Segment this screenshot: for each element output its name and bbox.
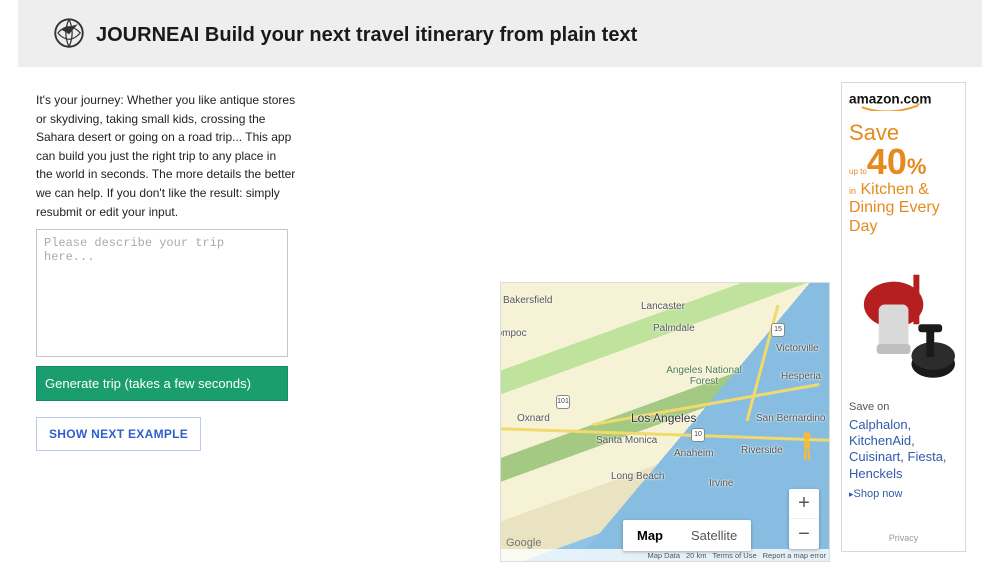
- map-label-oxnard: Oxnard: [517, 413, 550, 424]
- ad-text-block: Save on Calphalon, KitchenAid, Cuisinart…: [849, 401, 958, 482]
- map-label-irvine: Irvine: [709, 478, 733, 489]
- ad-percent-suffix: %: [907, 154, 927, 179]
- map-label-victorville: Victorville: [776, 343, 819, 354]
- map-label-hesperia: Hesperia: [781, 371, 821, 382]
- route-shield-us101: 101: [556, 395, 570, 409]
- map-label-anaheim: Anaheim: [674, 448, 713, 459]
- map-label-santa-monica: Santa Monica: [596, 435, 657, 446]
- map-label-lompoc: Lompoc: [500, 328, 527, 339]
- map-label-lancaster: Lancaster: [641, 301, 685, 312]
- terms-link[interactable]: Terms of Use: [712, 551, 756, 560]
- page-title: JOURNEAI Build your next travel itinerar…: [96, 24, 637, 47]
- map-label-bakersfield: Bakersfield: [503, 295, 552, 306]
- map-data-link[interactable]: Map Data: [647, 551, 680, 560]
- ad-upto: up to: [849, 167, 867, 176]
- ad-percent: 40: [867, 141, 907, 182]
- ad-image: [849, 242, 958, 397]
- generate-trip-button[interactable]: Generate trip (takes a few seconds): [36, 366, 288, 401]
- pegman-icon[interactable]: [795, 431, 819, 461]
- route-shield-i10: 10: [691, 428, 705, 442]
- logo-icon: [54, 18, 84, 53]
- map-scale: 20 km: [686, 551, 706, 560]
- ad-logo: amazon.com: [849, 91, 958, 114]
- route-shield-i15: 15: [771, 323, 785, 337]
- ad-line1: Kitchen & Dining Every Day: [849, 181, 940, 235]
- show-next-example-button[interactable]: SHOW NEXT EXAMPLE: [36, 417, 201, 451]
- map-label-anf: Angeles National Forest: [664, 365, 744, 387]
- map-type-satellite[interactable]: Satellite: [677, 520, 751, 551]
- google-logo: Google: [506, 537, 541, 549]
- zoom-out-button[interactable]: −: [789, 519, 819, 549]
- ad-shop-now-link[interactable]: Shop now: [849, 488, 958, 500]
- map-label-long-beach: Long Beach: [611, 471, 664, 482]
- map-type-map[interactable]: Map: [623, 520, 677, 551]
- left-column: It's your journey: Whether you like anti…: [36, 91, 296, 451]
- trip-description-input[interactable]: [36, 229, 288, 357]
- zoom-controls: + −: [789, 489, 819, 549]
- map-type-switch: Map Satellite: [623, 520, 751, 551]
- map-label-san-bernardino: San Bernardino: [756, 413, 826, 424]
- map-label-palmdale: Palmdale: [653, 323, 695, 334]
- map[interactable]: 15 10 101 Lancaster Palmdale Victorville…: [500, 282, 830, 562]
- map-label-los-angeles: Los Angeles: [631, 411, 696, 425]
- advertisement[interactable]: amazon.com Save up to40% in Kitchen & Di…: [841, 82, 966, 552]
- intro-text: It's your journey: Whether you like anti…: [36, 91, 296, 221]
- ad-privacy-link[interactable]: Privacy: [849, 533, 958, 543]
- ad-in: in: [849, 186, 856, 196]
- ad-brands: Calphalon, KitchenAid, Cuisinart, Fiesta…: [849, 417, 947, 481]
- report-error-link[interactable]: Report a map error: [763, 551, 826, 560]
- header: JOURNEAI Build your next travel itinerar…: [18, 0, 982, 67]
- map-label-riverside: Riverside: [741, 445, 783, 456]
- ad-lead: Save on: [849, 401, 958, 415]
- zoom-in-button[interactable]: +: [789, 489, 819, 519]
